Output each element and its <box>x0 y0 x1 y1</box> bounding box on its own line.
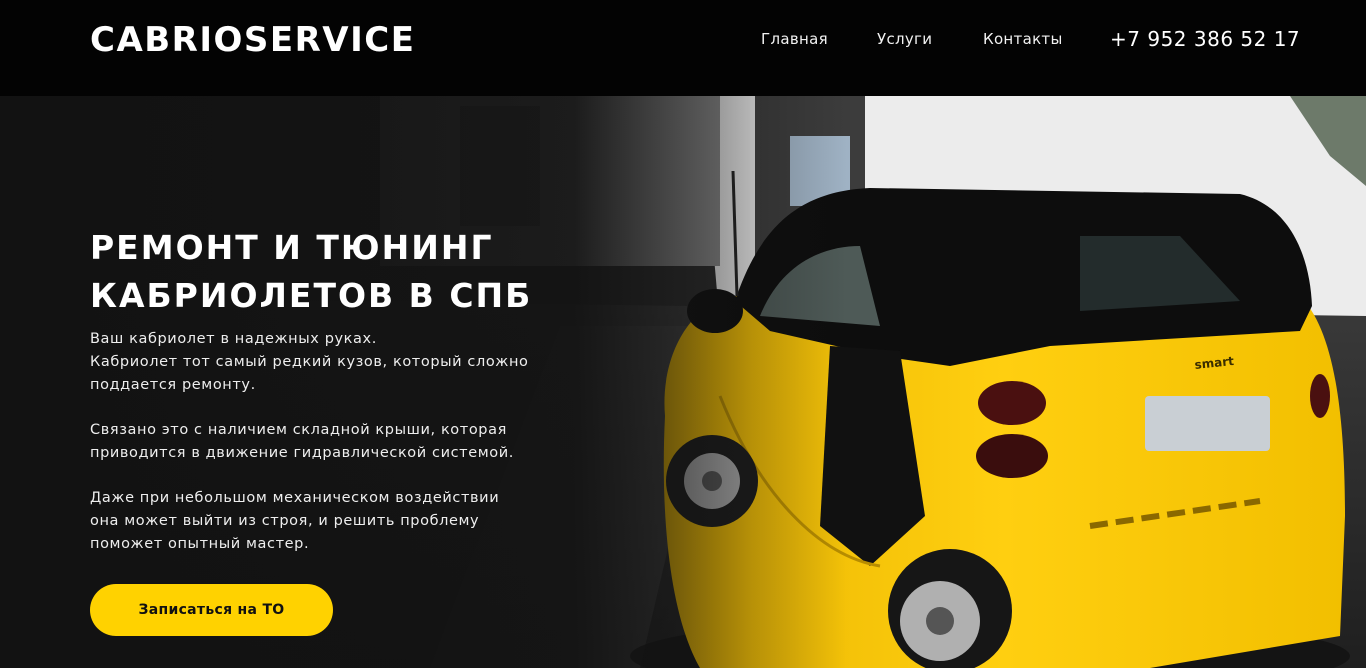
paragraph-line: поддается ремонту. <box>90 377 256 393</box>
hero-paragraph-3: Даже при небольшом механическом воздейст… <box>90 487 560 556</box>
paragraph-line: приводится в движение гидравлической сис… <box>90 445 514 461</box>
nav-link-home[interactable]: Главная <box>761 30 828 48</box>
nav-link-services[interactable]: Услуги <box>877 30 932 48</box>
hero-section: smart РЕМОНТ И ТЮНИНГ КАБРИОЛЕТОВ В СПБ … <box>0 96 1366 668</box>
hero-title-line-1: РЕМОНТ И ТЮНИНГ <box>90 228 494 267</box>
paragraph-line: Кабриолет тот самый редкий кузов, которы… <box>90 354 529 370</box>
hero-paragraph-2: Связано это с наличием складной крыши, к… <box>90 419 560 465</box>
hero-paragraph-1: Ваш кабриолет в надежных руках. Кабриоле… <box>90 328 560 397</box>
paragraph-line: поможет опытный мастер. <box>90 536 310 552</box>
nav-link-contacts[interactable]: Контакты <box>983 30 1063 48</box>
hero-title: РЕМОНТ И ТЮНИНГ КАБРИОЛЕТОВ В СПБ <box>90 224 650 320</box>
phone-link[interactable]: +7 952 386 52 17 <box>1110 27 1300 51</box>
paragraph-line: Связано это с наличием складной крыши, к… <box>90 422 507 438</box>
paragraph-line: Ваш кабриолет в надежных руках. <box>90 331 377 347</box>
book-service-button[interactable]: Записаться на ТО <box>90 584 333 636</box>
paragraph-line: Даже при небольшом механическом воздейст… <box>90 490 500 506</box>
paragraph-line: она может выйти из строя, и решить пробл… <box>90 513 480 529</box>
hero-title-line-2: КАБРИОЛЕТОВ В СПБ <box>90 276 533 315</box>
site-header: CABRIOSERVICE Главная Услуги Контакты +7… <box>0 0 1366 96</box>
